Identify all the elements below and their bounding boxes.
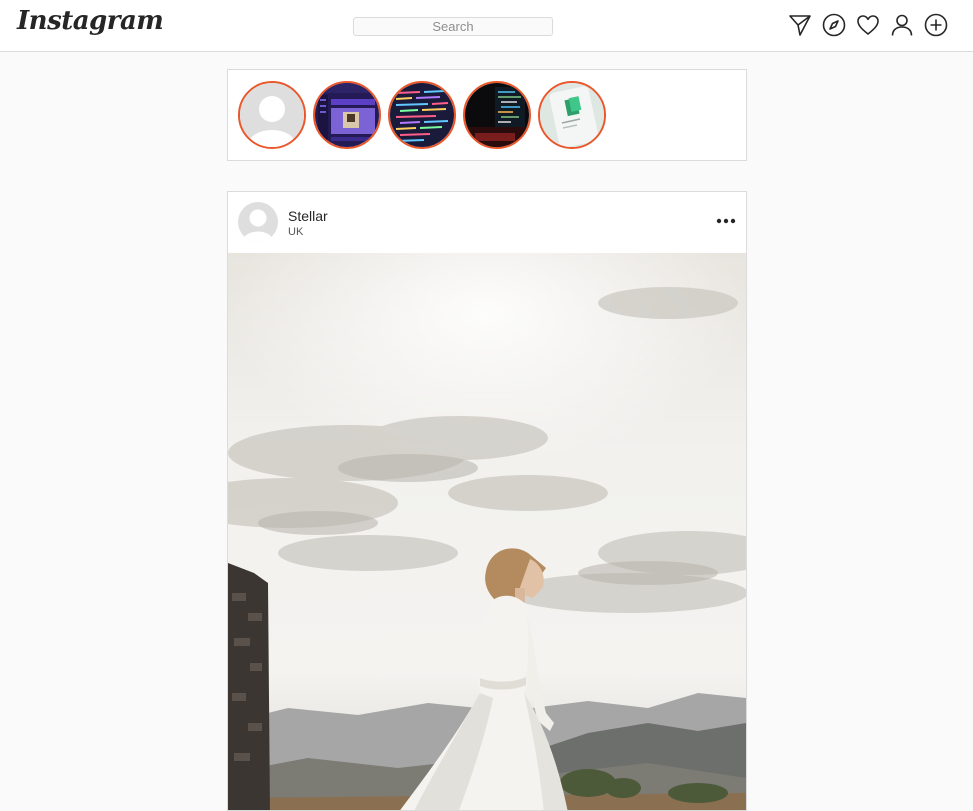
search-input[interactable] [353, 17, 553, 36]
post-author-avatar[interactable] [238, 202, 278, 242]
nav-icon-group [788, 12, 948, 38]
new-post-icon[interactable] [924, 12, 948, 38]
activity-heart-icon[interactable] [856, 12, 880, 38]
story-colorful-code-screen[interactable] [388, 81, 456, 149]
direct-message-icon[interactable] [788, 12, 812, 38]
story-chat-app-screenshot[interactable] [313, 81, 381, 149]
top-navigation-bar: Instagram [0, 0, 973, 52]
post-location[interactable]: UK [288, 226, 303, 238]
profile-icon[interactable] [890, 12, 914, 38]
story-default-avatar[interactable] [238, 81, 306, 149]
post-username[interactable]: Stellar [288, 208, 328, 224]
story-dark-code-monitor[interactable] [463, 81, 531, 149]
story-phone-app-screen[interactable] [538, 81, 606, 149]
post-photo[interactable] [228, 253, 746, 811]
feed-post: Stellar UK [227, 191, 747, 811]
more-options-icon[interactable] [714, 212, 738, 230]
stories-tray [227, 69, 747, 161]
explore-compass-icon[interactable] [822, 12, 846, 38]
instagram-logo[interactable]: Instagram [17, 6, 164, 36]
